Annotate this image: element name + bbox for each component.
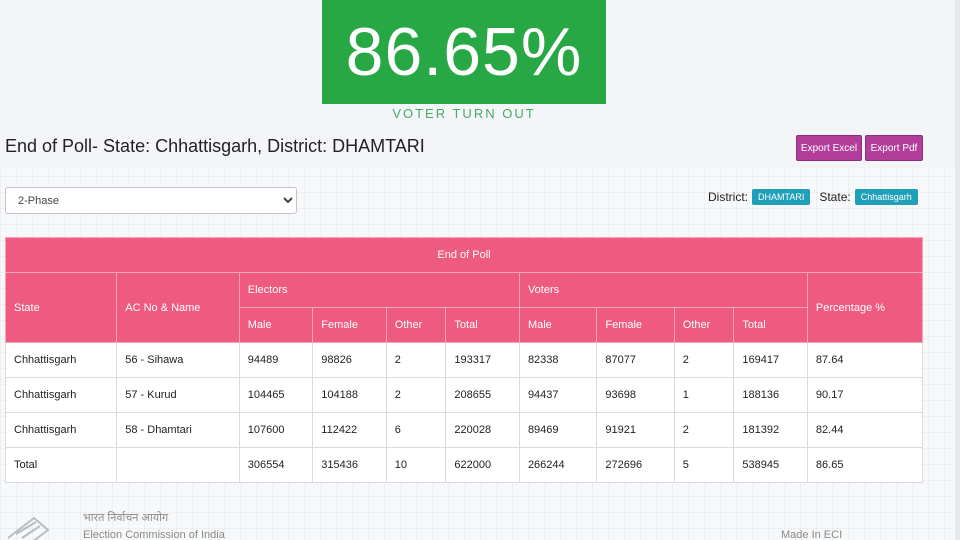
col-ac-name: AC No & Name (116, 272, 240, 343)
district-label: District: (708, 190, 748, 204)
export-pdf-button[interactable]: Export Pdf (865, 135, 923, 161)
turnout-value: 86.65% (322, 0, 606, 104)
cell-voters-total: 181392 (733, 412, 808, 448)
cell-ac: 56 - Sihawa (116, 342, 240, 378)
cell-electors-male: 94489 (238, 342, 314, 378)
electors-other: Other (385, 307, 447, 343)
footer-hindi-name: भारत निर्वाचन आयोग (83, 512, 169, 524)
cell-voters-other: 2 (673, 412, 735, 448)
district-badge: DHAMTARI (752, 189, 811, 205)
cell-electors-male: 306554 (238, 447, 314, 483)
cell-state: Chhattisgarh (4, 412, 118, 448)
cell-voters-total: 538945 (733, 447, 808, 483)
page-title: End of Poll- State: Chhattisgarh, Distri… (5, 136, 425, 156)
cell-electors-total: 208655 (445, 377, 520, 413)
cell-electors-other: 10 (385, 447, 447, 483)
table-row: Chhattisgarh 57 - Kurud 104465 104188 2 … (4, 377, 924, 413)
cell-voters-female: 272696 (596, 447, 675, 483)
electors-female: Female (312, 307, 387, 343)
cell-voters-female: 91921 (596, 412, 675, 448)
footer-english-name: Election Commission of India (83, 529, 225, 540)
cell-state: Chhattisgarh (4, 377, 118, 413)
cell-electors-male: 104465 (238, 377, 314, 413)
end-of-poll-table: End of Poll State AC No & Name Electors … (4, 237, 924, 483)
cell-ac: 57 - Kurud (116, 377, 240, 413)
cell-voters-male: 266244 (518, 447, 598, 483)
cell-electors-female: 112422 (312, 412, 387, 448)
cell-electors-female: 98826 (312, 342, 387, 378)
cell-electors-total: 622000 (445, 447, 520, 483)
cell-state: Total (4, 447, 118, 483)
cell-voters-female: 93698 (596, 377, 675, 413)
cell-electors-female: 315436 (312, 447, 387, 483)
cell-voters-total: 169417 (733, 342, 808, 378)
cell-ac (116, 447, 240, 483)
cell-voters-total: 188136 (733, 377, 808, 413)
cell-voters-female: 87077 (596, 342, 675, 378)
voters-total: Total (733, 307, 808, 343)
electors-male: Male (238, 307, 314, 343)
col-percentage: Percentage % (806, 272, 924, 343)
voters-other: Other (673, 307, 735, 343)
cell-percentage: 90.17 (806, 377, 924, 413)
filter-summary: District: DHAMTARI State: Chhattisgarh (708, 188, 927, 206)
table-caption: End of Poll (5, 237, 923, 273)
cell-voters-male: 82338 (518, 342, 598, 378)
cell-electors-other: 2 (385, 342, 447, 378)
cell-voters-other: 5 (673, 447, 735, 483)
cell-state: Chhattisgarh (4, 342, 118, 378)
cell-voters-other: 2 (673, 342, 735, 378)
cell-electors-total: 220028 (445, 412, 520, 448)
phase-select[interactable]: 2-Phase (5, 187, 297, 214)
cell-electors-other: 2 (385, 377, 447, 413)
voters-female: Female (596, 307, 675, 343)
table-body: Chhattisgarh 56 - Sihawa 94489 98826 2 1… (4, 342, 924, 483)
group-electors: Electors (238, 272, 520, 308)
eci-logo-icon (7, 516, 50, 540)
cell-percentage: 82.44 (806, 412, 924, 448)
electors-total: Total (445, 307, 520, 343)
cell-electors-other: 6 (385, 412, 447, 448)
group-voters: Voters (518, 272, 808, 308)
cell-voters-male: 89469 (518, 412, 598, 448)
footer-made-in: Made In ECI (781, 529, 843, 540)
cell-ac: 58 - Dhamtari (116, 412, 240, 448)
cell-percentage: 87.64 (806, 342, 924, 378)
cell-voters-male: 94437 (518, 377, 598, 413)
table-row: Chhattisgarh 58 - Dhamtari 107600 112422… (4, 412, 924, 448)
cell-voters-other: 1 (673, 377, 735, 413)
cell-percentage: 86.65 (806, 447, 924, 483)
cell-electors-male: 107600 (238, 412, 314, 448)
export-excel-button[interactable]: Export Excel (796, 135, 862, 161)
cell-electors-female: 104188 (312, 377, 387, 413)
state-badge: Chhattisgarh (854, 189, 918, 205)
table-row-total: Total 306554 315436 10 622000 266244 272… (4, 447, 924, 483)
state-label: State: (819, 190, 851, 204)
page-scrollbar[interactable] (955, 0, 960, 540)
cell-electors-total: 193317 (445, 342, 520, 378)
col-state: State (4, 272, 118, 343)
table-row: Chhattisgarh 56 - Sihawa 94489 98826 2 1… (4, 342, 924, 378)
turnout-label: VOTER TURN OUT (392, 106, 536, 121)
voters-male: Male (518, 307, 598, 343)
